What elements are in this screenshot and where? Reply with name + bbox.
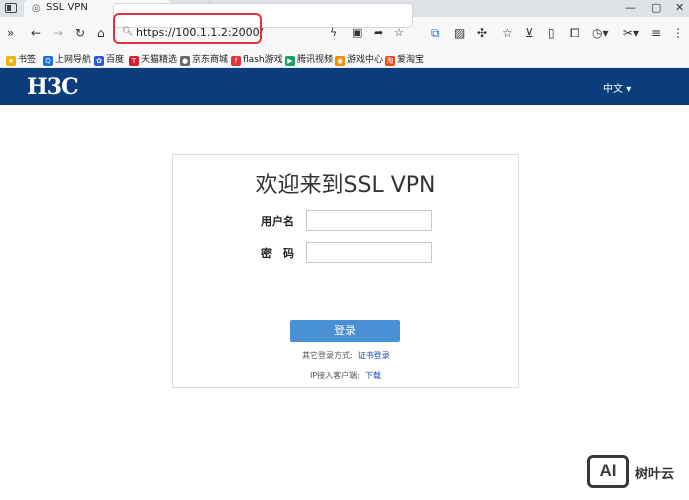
username-label: 用户名 bbox=[261, 215, 294, 228]
star-icon: ★ bbox=[6, 56, 16, 66]
scissors-icon[interactable]: ✂▾ bbox=[623, 26, 639, 40]
extensions-icon[interactable]: ✣ bbox=[477, 26, 487, 40]
q-icon: Q bbox=[43, 56, 53, 66]
phone-icon[interactable]: ▯ bbox=[548, 26, 555, 40]
tab-title: SSL VPN bbox=[46, 2, 88, 13]
tmall-icon: T bbox=[129, 56, 139, 66]
bookmark-item[interactable]: ✿ 百度 bbox=[94, 52, 124, 66]
flash-icon: f bbox=[231, 56, 241, 66]
jd-icon: ● bbox=[180, 56, 190, 66]
login-button[interactable]: 登录 bbox=[290, 320, 400, 342]
menu-icon[interactable]: ≡ bbox=[651, 26, 661, 40]
more-icon[interactable]: ⋮ bbox=[672, 26, 684, 40]
bookmark-item[interactable]: Q 上网导航 bbox=[43, 52, 91, 66]
maximize-icon[interactable]: ▢ bbox=[651, 1, 661, 14]
extension-image-icon[interactable]: ▨ bbox=[454, 26, 465, 40]
taobao-icon: 淘 bbox=[385, 56, 395, 66]
client-download-row: IP接入客户端: 下载 bbox=[310, 371, 381, 380]
video-icon: ▶ bbox=[285, 56, 295, 66]
window-menu-icon[interactable] bbox=[5, 3, 17, 13]
translate-icon[interactable]: ▣ bbox=[352, 26, 362, 39]
lightning-icon[interactable]: ϟ bbox=[330, 26, 337, 39]
username-input[interactable] bbox=[306, 210, 432, 231]
bookmark-item[interactable]: ▶ 腾讯视频 bbox=[285, 52, 333, 66]
caret-down-icon: ▾ bbox=[626, 84, 632, 95]
sidebar-toggle-icon[interactable]: » bbox=[7, 26, 14, 40]
download-icon[interactable]: ⊻ bbox=[525, 26, 534, 40]
bookmark-item[interactable]: T 天猫精选 bbox=[129, 52, 177, 66]
collections-icon[interactable]: ⧠ bbox=[570, 26, 580, 40]
bookmark-item[interactable]: 淘爱淘宝 bbox=[385, 52, 424, 66]
password-label: 密 码 bbox=[261, 247, 294, 260]
extension-translate-icon[interactable]: ⧉ bbox=[431, 26, 440, 40]
forward-icon[interactable]: → bbox=[53, 26, 63, 40]
paw-icon: ✿ bbox=[94, 56, 104, 66]
site-header bbox=[0, 68, 689, 105]
url-highlight-annotation bbox=[113, 13, 262, 44]
password-input[interactable] bbox=[306, 242, 432, 263]
gamepad-icon: ◉ bbox=[335, 56, 345, 66]
bookmark-item[interactable]: ● 京东商城 bbox=[180, 52, 228, 66]
bookmark-star-icon[interactable]: ☆ bbox=[394, 26, 404, 39]
minimize-icon[interactable]: — bbox=[625, 1, 636, 14]
home-icon[interactable]: ⌂ bbox=[97, 26, 105, 40]
other-methods-row: 其它登录方式: 证书登录 bbox=[302, 351, 390, 360]
h3c-logo: H3C bbox=[27, 74, 79, 100]
bookmark-item[interactable]: f flash游戏 bbox=[231, 52, 283, 66]
cert-login-link[interactable]: 证书登录 bbox=[358, 351, 390, 360]
download-link[interactable]: 下载 bbox=[365, 371, 381, 380]
back-icon[interactable]: ← bbox=[31, 26, 41, 40]
close-window-icon[interactable]: ✕ bbox=[675, 1, 684, 14]
welcome-title: 欢迎来到SSL VPN bbox=[255, 173, 436, 198]
favorites-icon[interactable]: ☆ bbox=[502, 26, 513, 40]
bookmark-item[interactable]: ◉ 游戏中心 bbox=[335, 52, 383, 66]
bookmark-item[interactable]: ★ 书签 bbox=[6, 52, 36, 66]
watermark-logo: AI bbox=[587, 455, 629, 488]
language-selector[interactable]: 中文 ▾ bbox=[603, 80, 631, 95]
globe-icon: ◎ bbox=[32, 3, 41, 14]
watermark-text: 树叶云 bbox=[635, 467, 675, 482]
history-icon[interactable]: ◷▾ bbox=[592, 26, 609, 40]
share-icon[interactable]: ➦ bbox=[374, 26, 383, 39]
reload-icon[interactable]: ↻ bbox=[75, 26, 85, 40]
